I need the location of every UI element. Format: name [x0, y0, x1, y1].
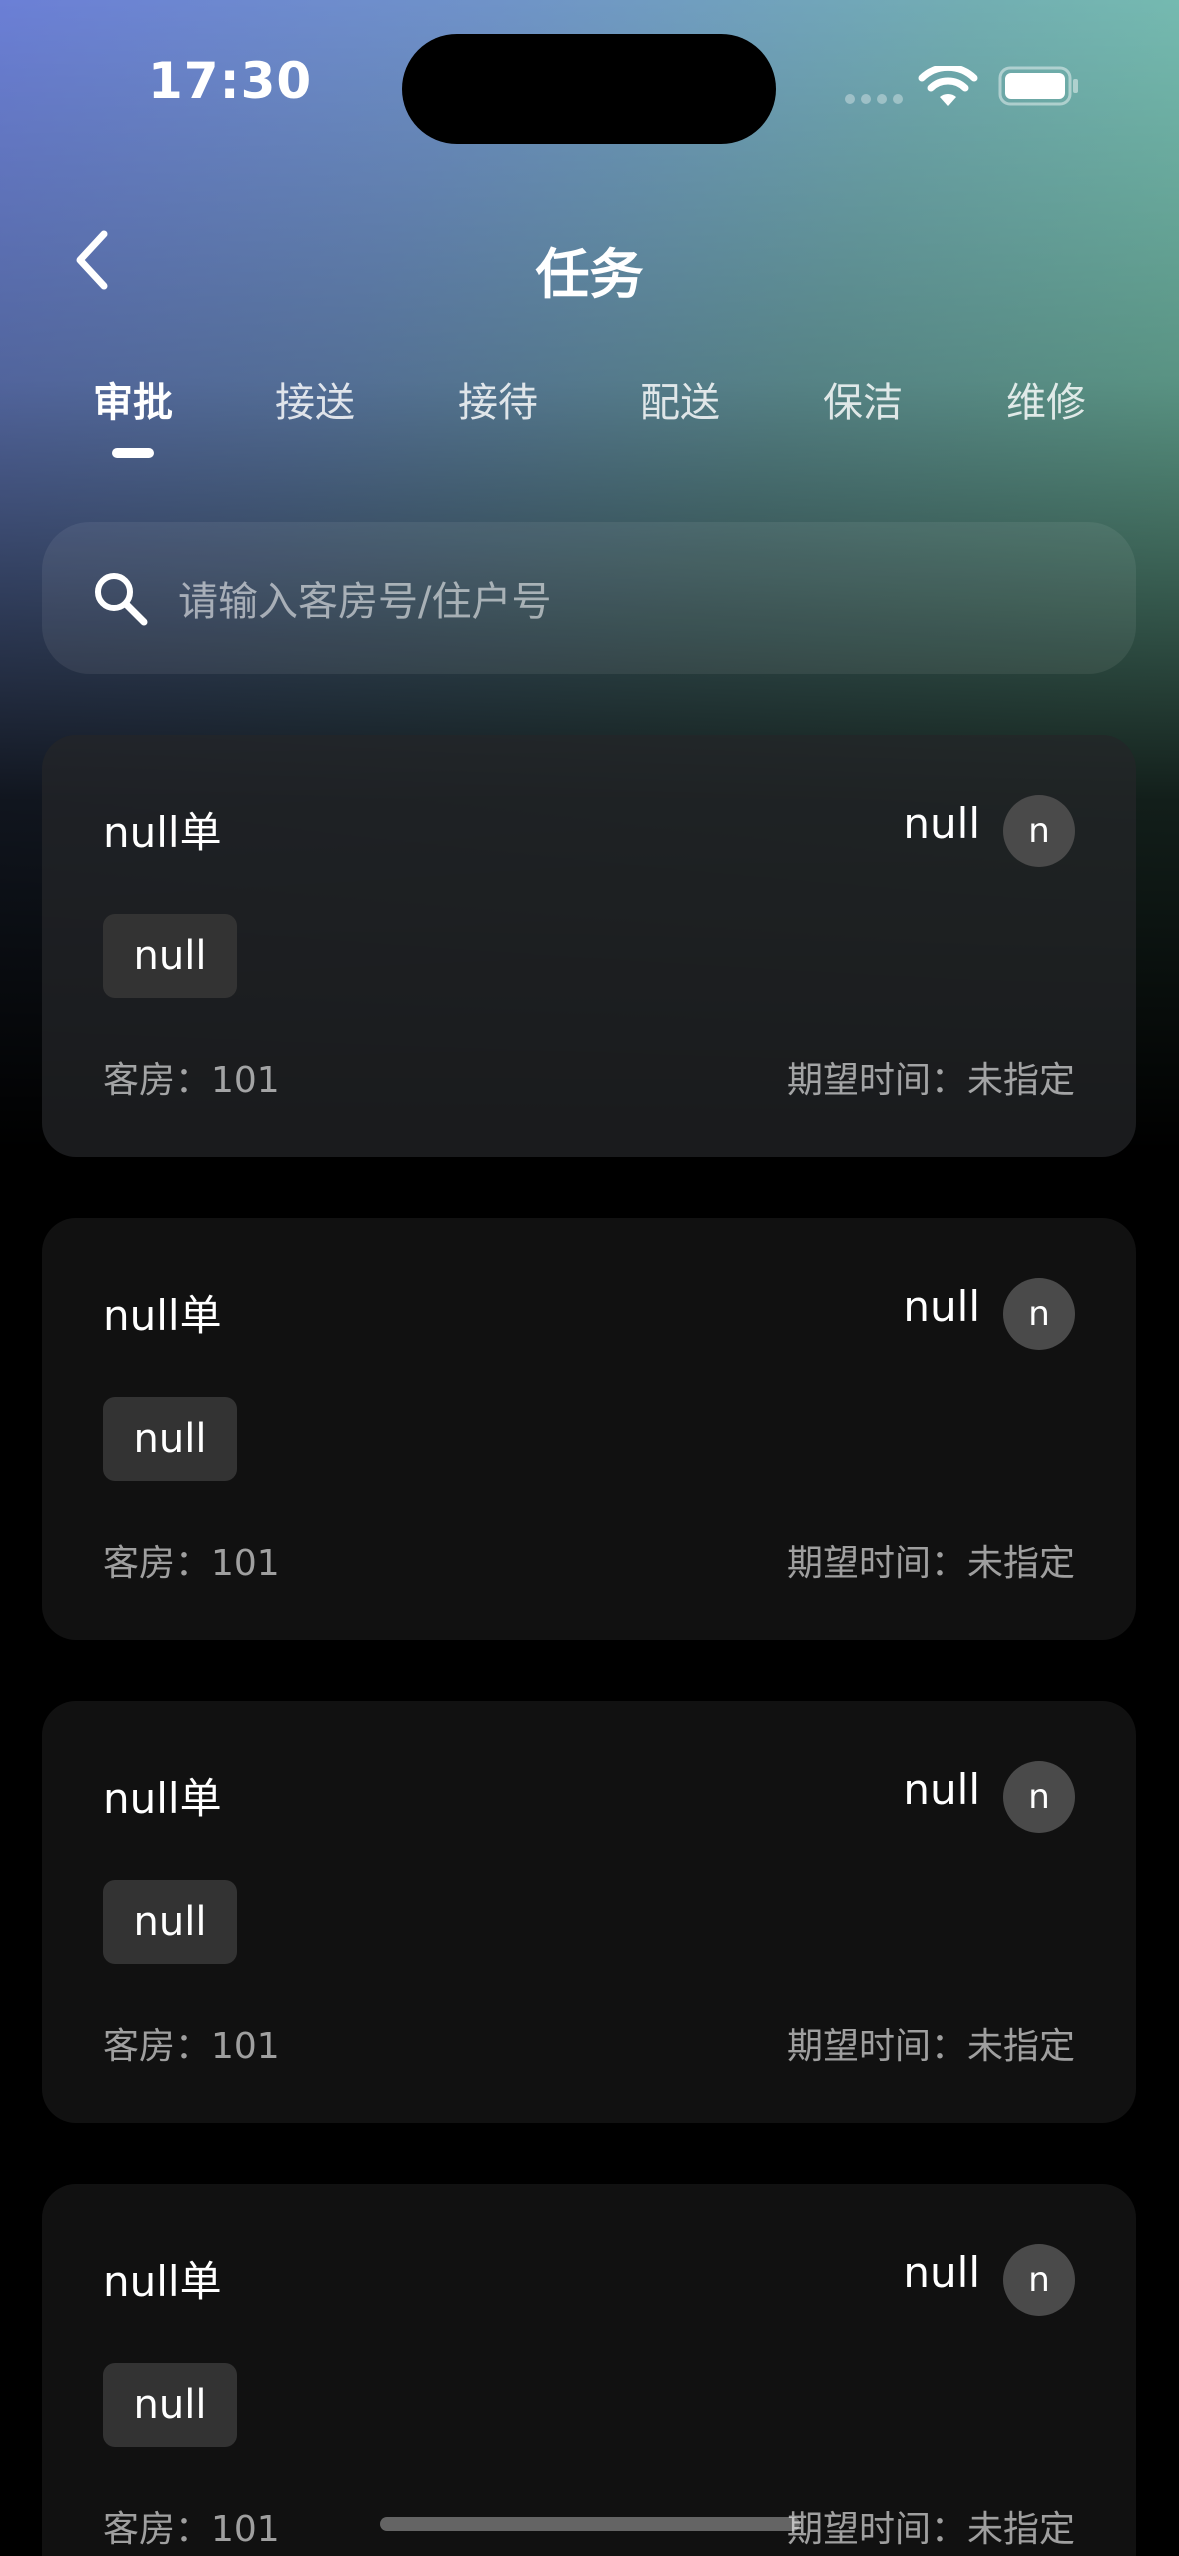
tab-reception[interactable]: 接待: [438, 370, 558, 428]
task-tag: null: [103, 2363, 237, 2447]
dynamic-island: [402, 34, 776, 144]
tab-approval[interactable]: 审批: [73, 370, 193, 428]
task-tag: null: [103, 1397, 237, 1481]
task-expected-time: 期望时间：未指定: [786, 2509, 1075, 2550]
task-assignee: null: [903, 799, 980, 848]
active-tab-indicator: [112, 448, 154, 458]
status-time: 17:30: [148, 52, 313, 110]
status-bar: 17:30: [0, 0, 1179, 170]
task-expected-time: 期望时间：未指定: [786, 2026, 1075, 2067]
battery-icon: [998, 66, 1078, 106]
avatar: n: [1003, 795, 1075, 867]
task-assignee: null: [903, 2248, 980, 2297]
category-tabs: 审批 接送 接待 配送 保洁 维修: [0, 370, 1179, 470]
task-title: null单: [103, 808, 222, 857]
avatar: n: [1003, 2244, 1075, 2316]
page-title: 任务: [535, 243, 644, 306]
wifi-icon: [918, 66, 978, 106]
home-indicator[interactable]: [380, 2517, 800, 2531]
task-title: null单: [103, 1291, 222, 1340]
navigation-bar: 任务: [0, 200, 1179, 320]
task-assignee: null: [903, 1765, 980, 1814]
tab-pickup[interactable]: 接送: [255, 370, 375, 428]
task-card[interactable]: null单 null n null 客房：101 期望时间：未指定: [42, 735, 1136, 1157]
task-title: null单: [103, 2257, 222, 2306]
avatar: n: [1003, 1278, 1075, 1350]
task-card[interactable]: null单 null n null 客房：101 期望时间：未指定: [42, 1218, 1136, 1640]
search-placeholder: 请输入客房号/住户号: [178, 579, 552, 625]
task-room: 客房：101: [103, 1543, 280, 1584]
task-assignee: null: [903, 1282, 980, 1331]
task-tag: null: [103, 1880, 237, 1964]
tab-cleaning[interactable]: 保洁: [803, 370, 923, 428]
search-icon: [95, 573, 148, 626]
task-card[interactable]: null单 null n null 客房：101 期望时间：未指定: [42, 2184, 1136, 2556]
avatar: n: [1003, 1761, 1075, 1833]
tab-maintenance[interactable]: 维修: [986, 370, 1106, 428]
task-room: 客房：101: [103, 2509, 280, 2550]
task-tag: null: [103, 914, 237, 998]
tab-delivery[interactable]: 配送: [620, 370, 740, 428]
task-card[interactable]: null单 null n null 客房：101 期望时间：未指定: [42, 1701, 1136, 2123]
task-title: null单: [103, 1774, 222, 1823]
cellular-signal-icon: [845, 94, 903, 104]
task-expected-time: 期望时间：未指定: [786, 1060, 1075, 1101]
task-room: 客房：101: [103, 2026, 280, 2067]
task-expected-time: 期望时间：未指定: [786, 1543, 1075, 1584]
search-input[interactable]: 请输入客房号/住户号: [42, 522, 1136, 674]
task-room: 客房：101: [103, 1060, 280, 1101]
